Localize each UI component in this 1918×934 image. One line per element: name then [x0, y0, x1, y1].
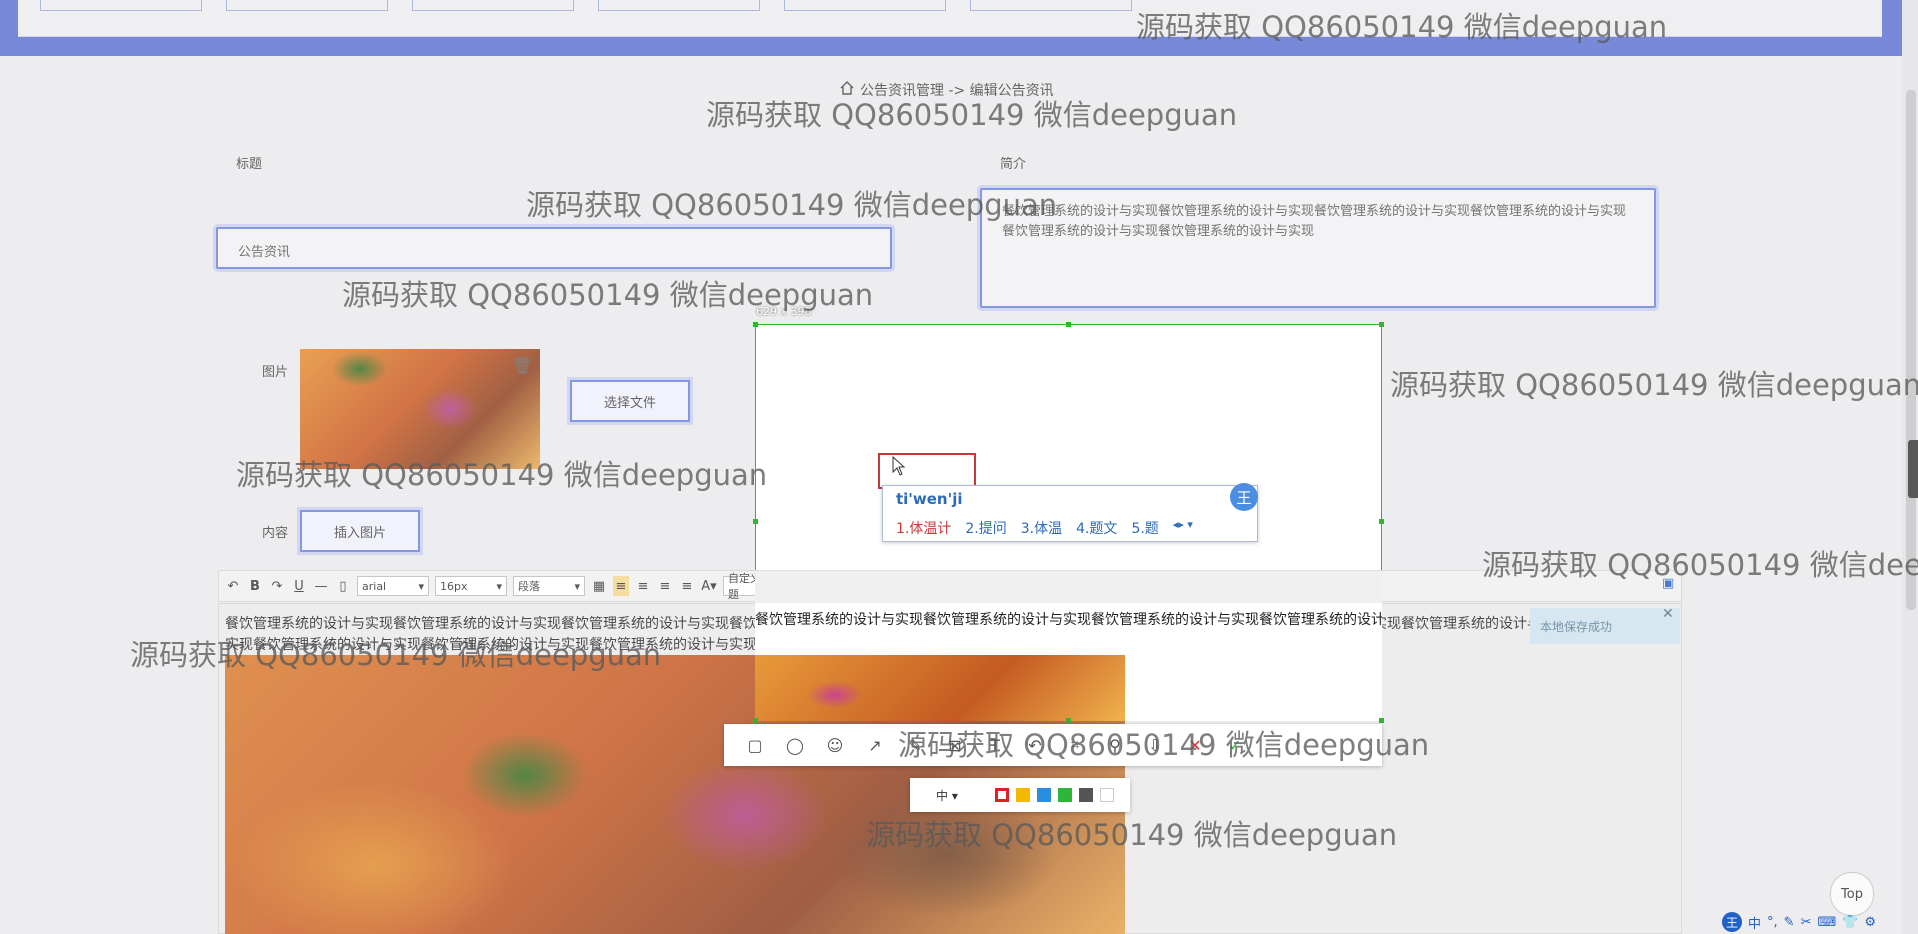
watermark-text: 源码获取 QQ86050149 微信deepguan [130, 638, 662, 672]
watermark-text: 源码获取 QQ86050149 微信deepguan [236, 458, 768, 492]
arrow-tool-icon[interactable]: ↗ [864, 734, 886, 756]
ime-candidate[interactable]: 3.体温 [1021, 518, 1062, 538]
watermark-text: 源码获取 QQ86050149 微信deepguan [526, 188, 1058, 222]
watermark-text: 源码获取 QQ86050149 微信deepguan [706, 98, 1238, 132]
ime-pinyin-input: ti'wen'ji [896, 490, 963, 508]
watermark-text: 源码获取 QQ86050149 微信deepguan [898, 728, 1430, 762]
color-palette: 中 ▾ [910, 778, 1130, 812]
watermark-text: 源码获取 QQ86050149 微信deepguan [342, 278, 874, 312]
resize-handle[interactable] [753, 519, 758, 524]
font-size-picker-value: 中 [936, 788, 949, 803]
ellipse-tool-icon[interactable]: ◯ [784, 734, 806, 756]
ime-candidates: 1.体温计 2.提问 3.体温 4.题文 5.题 ◂▸ ▾ [896, 518, 1193, 538]
color-swatch-gray[interactable] [1078, 788, 1093, 802]
color-swatch-white[interactable] [1099, 788, 1114, 802]
ime-candidate[interactable]: 4.题文 [1076, 518, 1117, 538]
settings-icon[interactable]: ⚙ [1864, 915, 1876, 930]
ime-logo-icon: 王 [1230, 483, 1258, 511]
ime-candidate[interactable]: 5.题 [1131, 518, 1158, 538]
ime-candidate[interactable]: 2.提问 [965, 518, 1006, 538]
watermark-text: 源码获取 QQ86050149 微信deepguan [866, 818, 1398, 852]
font-size-picker[interactable]: 中 ▾ [936, 787, 958, 804]
punctuation-icon[interactable]: °, [1767, 915, 1778, 930]
watermark-text: 源码获取 QQ86050149 微信deepguan [1482, 548, 1918, 582]
resize-handle[interactable] [753, 322, 758, 327]
selection-image-copy [755, 655, 1125, 721]
resize-handle[interactable] [1379, 322, 1384, 327]
keyboard-icon[interactable]: ⌨ [1817, 915, 1836, 930]
ime-lang-toggle[interactable]: 中 [1748, 913, 1761, 932]
cursor-icon [892, 455, 906, 480]
selection-text-copy: 餐饮管理系统的设计与实现餐饮管理系统的设计与实现餐饮管理系统的设计与实现餐饮管理… [755, 612, 1382, 628]
skin-icon[interactable]: 👕 [1842, 915, 1858, 930]
scissors-icon[interactable]: ✂ [1801, 915, 1812, 930]
ime-tray-logo-icon[interactable]: 王 [1722, 912, 1742, 932]
ime-page-arrows-icon[interactable]: ◂▸ ▾ [1173, 518, 1193, 538]
rectangle-tool-icon[interactable]: ▢ [744, 734, 766, 756]
selection-toolbar-copy [755, 570, 1382, 603]
color-swatch-red[interactable] [994, 788, 1009, 802]
resize-handle[interactable] [753, 718, 758, 723]
resize-handle[interactable] [1066, 322, 1071, 327]
pen-icon[interactable]: ✎ [1784, 915, 1795, 930]
color-swatch-yellow[interactable] [1015, 788, 1030, 802]
watermark-text: 源码获取 QQ86050149 微信deepguan [1390, 368, 1918, 402]
color-swatch-green[interactable] [1057, 788, 1072, 802]
ime-candidate[interactable]: 1.体温计 [896, 518, 951, 538]
ime-tray: 王 中 °, ✎ ✂ ⌨ 👕 ⚙ [1722, 910, 1918, 934]
resize-handle[interactable] [1379, 519, 1384, 524]
color-swatch-blue[interactable] [1036, 788, 1051, 802]
watermark-text: 源码获取 QQ86050149 微信deepguan [1136, 10, 1668, 44]
emoji-tool-icon[interactable]: ☺ [824, 734, 846, 756]
